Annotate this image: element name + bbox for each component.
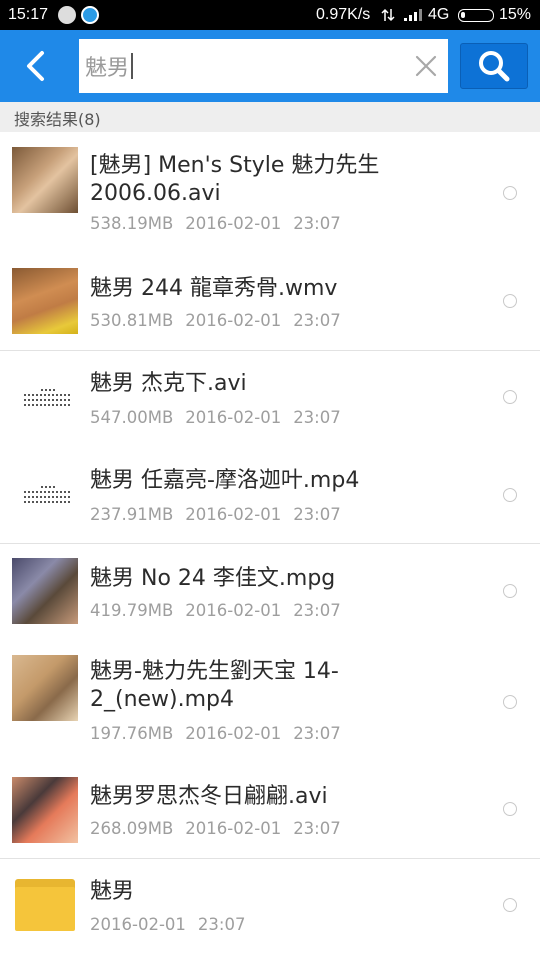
file-date: 2016-02-01 — [185, 214, 282, 233]
data-transfer-icon — [381, 8, 395, 22]
file-date: 2016-02-01 — [185, 505, 282, 524]
video-thumbnail — [12, 268, 78, 334]
video-thumbnail — [12, 147, 78, 213]
file-name: 魅男 244 龍章秀骨.wmv — [90, 276, 338, 301]
list-item[interactable]: 魅男-魅力先生劉天宝 14-2_(new).mp4 197.76MB 2016-0… — [0, 642, 540, 762]
list-item[interactable]: 魅男 2016-02-01 23:07 — [0, 859, 540, 955]
signal-icon — [404, 9, 422, 21]
select-radio[interactable] — [503, 898, 517, 912]
document-thumbnail — [12, 365, 78, 431]
search-icon — [479, 51, 510, 82]
app-notification-icon — [81, 6, 99, 24]
network-speed: 0.97K/s — [316, 6, 371, 23]
file-time: 23:07 — [293, 724, 341, 743]
file-date: 2016-02-01 — [185, 819, 282, 838]
file-size: 530.81MB — [90, 311, 174, 330]
file-time: 23:07 — [293, 214, 341, 233]
file-name: 魅男罗思杰冬日翩翩.avi — [90, 784, 328, 809]
results-count-header: 搜索结果(8) — [0, 102, 540, 132]
file-size: 538.19MB — [90, 214, 174, 233]
file-meta: 197.76MB 2016-02-01 23:07 — [90, 724, 353, 743]
search-input[interactable] — [85, 39, 405, 93]
file-size: 547.00MB — [90, 408, 174, 427]
select-radio[interactable] — [503, 294, 517, 308]
select-radio[interactable] — [503, 695, 517, 709]
list-item[interactable]: 魅男 杰克下.avi 547.00MB 2016-02-01 23:07 — [0, 351, 540, 448]
file-date: 2016-02-01 — [90, 915, 186, 934]
list-item[interactable]: 魅男 244 龍章秀骨.wmv 530.81MB 2016-02-01 23:07 — [0, 254, 540, 351]
file-date: 2016-02-01 — [185, 408, 282, 427]
folder-icon-body — [15, 887, 75, 931]
file-meta: 547.00MB 2016-02-01 23:07 — [90, 408, 353, 427]
file-size: 237.91MB — [90, 505, 174, 524]
file-meta: 268.09MB 2016-02-01 23:07 — [90, 819, 353, 838]
text-cursor — [131, 53, 133, 79]
document-thumbnail — [12, 462, 78, 528]
file-meta: 237.91MB 2016-02-01 23:07 — [90, 505, 353, 524]
select-radio[interactable] — [503, 488, 517, 502]
file-time: 23:07 — [197, 915, 246, 934]
file-time: 23:07 — [293, 819, 341, 838]
close-icon[interactable] — [413, 53, 439, 79]
select-radio[interactable] — [503, 584, 517, 598]
file-time: 23:07 — [293, 505, 341, 524]
file-name: 魅男 杰克下.avi — [90, 371, 247, 396]
file-name: 魅男 任嘉亮-摩洛迦叶.mp4 — [90, 468, 360, 493]
file-name: 魅男 No 24 李佳文.mpg — [90, 566, 336, 591]
file-name: 魅男-魅力先生劉天宝 14-2_(new).mp4 — [90, 659, 339, 712]
video-thumbnail — [12, 655, 78, 721]
file-name: [魅男] Men's Style 魅力先生 2006.06.avi — [90, 153, 380, 206]
file-time: 23:07 — [293, 601, 341, 620]
file-time: 23:07 — [293, 311, 341, 330]
file-name: 魅男 — [90, 879, 135, 904]
list-item[interactable]: 魅男罗思杰冬日翩翩.avi 268.09MB 2016-02-01 23:07 — [0, 762, 540, 859]
select-radio[interactable] — [503, 802, 517, 816]
search-box[interactable] — [79, 39, 448, 93]
status-bar: 15:17 0.97K/s 4G 15% — [0, 0, 540, 30]
select-radio[interactable] — [503, 186, 517, 200]
file-date: 2016-02-01 — [185, 311, 282, 330]
network-type: 4G — [428, 6, 450, 23]
list-item[interactable]: 魅男 No 24 李佳文.mpg 419.79MB 2016-02-01 23:07 — [0, 544, 540, 642]
select-radio[interactable] — [503, 390, 517, 404]
video-thumbnail — [12, 777, 78, 843]
file-time: 23:07 — [293, 408, 341, 427]
file-meta: 530.81MB 2016-02-01 23:07 — [90, 311, 353, 330]
list-item[interactable]: [魅男] Men's Style 魅力先生 2006.06.avi 538.19… — [0, 132, 540, 254]
file-size: 268.09MB — [90, 819, 174, 838]
file-size: 197.76MB — [90, 724, 174, 743]
back-button[interactable] — [14, 44, 56, 88]
results-count: 搜索结果(8) — [14, 110, 101, 129]
file-meta: 2016-02-01 23:07 — [90, 915, 257, 934]
battery-percent: 15% — [499, 6, 532, 23]
video-thumbnail — [12, 558, 78, 624]
status-time: 15:17 — [8, 6, 49, 23]
file-meta: 538.19MB 2016-02-01 23:07 — [90, 214, 353, 233]
battery-icon — [458, 9, 494, 22]
notification-icon — [58, 6, 76, 24]
list-item[interactable]: 魅男 任嘉亮-摩洛迦叶.mp4 237.91MB 2016-02-01 23:07 — [0, 448, 540, 544]
chevron-left-icon — [27, 51, 44, 81]
file-size: 419.79MB — [90, 601, 174, 620]
file-date: 2016-02-01 — [185, 601, 282, 620]
search-button[interactable] — [460, 43, 528, 89]
search-toolbar — [0, 30, 540, 102]
file-meta: 419.79MB 2016-02-01 23:07 — [90, 601, 353, 620]
file-date: 2016-02-01 — [185, 724, 282, 743]
